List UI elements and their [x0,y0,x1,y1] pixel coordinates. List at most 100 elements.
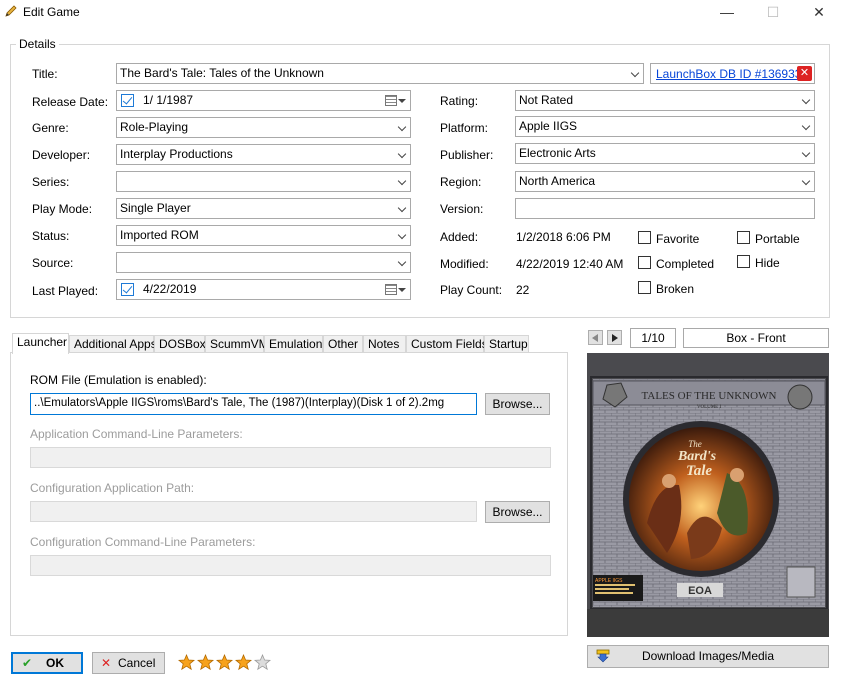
calendar-icon[interactable] [385,284,397,295]
region-combobox[interactable]: North America [515,171,815,192]
download-images-button[interactable]: Download Images/Media [587,645,829,668]
star-filled-icon[interactable] [234,653,253,671]
cancel-x-icon: ✕ [101,656,112,670]
cancel-button[interactable]: ✕ Cancel [92,652,165,674]
close-window-button[interactable]: ✕ [796,0,842,26]
last-played-picker[interactable]: 4/22/2019 [116,279,411,300]
star-empty-icon[interactable] [253,653,272,671]
box-title-line2: Bard's [677,449,717,464]
source-label: Source: [32,256,74,270]
release-date-label: Release Date: [32,95,109,109]
status-combobox[interactable]: Imported ROM [116,225,411,246]
genre-label: Genre: [32,121,69,135]
series-label: Series: [32,175,70,189]
rom-file-value: ..\Emulators\Apple IIGS\roms\Bard's Tale… [34,397,445,409]
tab-emulation[interactable]: Emulation [264,335,323,353]
download-images-label: Download Images/Media [641,649,775,663]
play-mode-combobox[interactable]: Single Player [116,198,411,219]
config-path-label: Configuration Application Path: [30,481,195,495]
download-arrow-icon [596,649,610,663]
next-image-button[interactable] [607,330,622,345]
rating-combobox[interactable]: Not Rated [515,90,815,111]
tab-notes[interactable]: Notes [363,335,406,353]
config-path-input[interactable] [30,501,477,522]
details-legend: Details [16,37,59,51]
version-input[interactable] [515,198,815,219]
calendar-dropdown-icon[interactable] [398,99,406,103]
app-cmd-input[interactable] [30,447,551,468]
calendar-icon[interactable] [385,95,397,106]
play-mode-label: Play Mode: [32,202,93,216]
favorite-checkbox[interactable] [638,231,651,244]
rom-browse-button[interactable]: Browse... [485,393,550,415]
cancel-label: Cancel [118,656,156,670]
completed-label: Completed [656,257,715,271]
portable-checkbox[interactable] [737,231,750,244]
series-combobox[interactable] [116,171,411,192]
favorite-label: Favorite [656,232,700,246]
pencil-icon [5,5,17,17]
release-date-value: 1/ 1/1987 [143,93,194,107]
developer-label: Developer: [32,148,91,162]
play-count-label: Play Count: [440,283,503,297]
box-title-line1: The [688,439,702,449]
developer-value: Interplay Productions [120,147,233,161]
source-combobox[interactable] [116,252,411,273]
config-cmd-input[interactable] [30,555,551,576]
publisher-combobox[interactable]: Electronic Arts [515,143,815,164]
rom-file-label: ROM File (Emulation is enabled): [30,373,207,387]
developer-combobox[interactable]: Interplay Productions [116,144,411,165]
image-counter: 1/10 [630,328,676,348]
box-title-line3: Tale [686,463,712,479]
tab-scummvm[interactable]: ScummVM [205,335,269,353]
completed-checkbox[interactable] [638,256,651,269]
release-date-checkbox[interactable] [121,94,134,107]
launchbox-db-link[interactable]: LaunchBox DB ID #136933 [656,67,801,81]
remove-link-icon[interactable]: ✕ [797,66,812,81]
tab-dosbox[interactable]: DOSBox [154,335,206,353]
status-label: Status: [32,229,70,243]
minimize-button[interactable]: — [704,0,750,26]
broken-label: Broken [656,282,695,296]
title-combobox[interactable]: The Bard's Tale: Tales of the Unknown [116,63,644,84]
box-publisher-logo: EOA [688,585,712,597]
star-filled-icon[interactable] [177,653,196,671]
star-filled-icon[interactable] [215,653,234,671]
rating-value: Not Rated [519,93,574,107]
config-browse-button[interactable]: Browse... [485,501,550,523]
title-value: The Bard's Tale: Tales of the Unknown [120,66,324,80]
previous-image-button[interactable] [588,330,603,345]
box-banner-text: TALES OF THE UNKNOWN [642,390,777,402]
genre-combobox[interactable]: Role-Playing [116,117,411,138]
rom-file-input[interactable]: ..\Emulators\Apple IIGS\roms\Bard's Tale… [30,393,477,415]
platform-combobox[interactable]: Apple IIGS [515,116,815,137]
tab-additional-apps[interactable]: Additional Apps [69,335,157,353]
ok-label: OK [46,656,64,670]
publisher-value: Electronic Arts [519,146,596,160]
status-value: Imported ROM [120,228,199,242]
box-platform-badge: APPLE IIGS [595,578,623,584]
tab-other[interactable]: Other [323,335,363,353]
ok-button[interactable]: ✔ OK [11,652,83,674]
publisher-label: Publisher: [440,148,494,162]
last-played-label: Last Played: [32,284,99,298]
region-value: North America [519,174,596,188]
star-rating[interactable] [177,653,273,674]
portable-label: Portable [755,232,800,246]
added-label: Added: [440,230,479,244]
title-bar: Edit Game — ☐ ✕ [0,0,842,26]
box-art-svg: TALES OF THE UNKNOWN VOLUME I The Bard's… [587,353,829,637]
maximize-button[interactable]: ☐ [750,0,796,26]
tab-custom-fields[interactable]: Custom Fields [406,335,488,353]
platform-value: Apple IIGS [519,119,578,133]
hide-checkbox[interactable] [737,255,750,268]
broken-checkbox[interactable] [638,281,651,294]
star-filled-icon[interactable] [196,653,215,671]
release-date-picker[interactable]: 1/ 1/1987 [116,90,411,111]
hide-label: Hide [755,256,780,270]
app-cmd-label: Application Command-Line Parameters: [30,427,243,441]
calendar-dropdown-icon[interactable] [398,288,406,292]
last-played-checkbox[interactable] [121,283,134,296]
tab-launcher[interactable]: Launcher [12,333,69,354]
tab-startup[interactable]: Startup [484,335,529,353]
